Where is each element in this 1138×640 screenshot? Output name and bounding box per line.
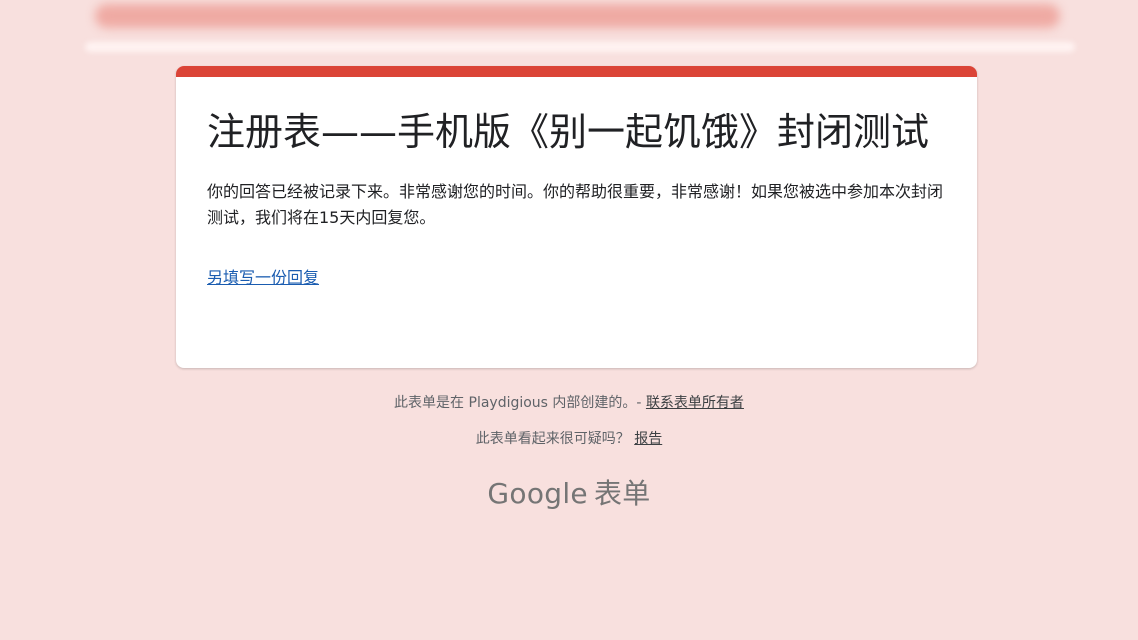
footer-created-text: 此表单是在 Playdigious 内部创建的。- xyxy=(394,395,642,411)
card-accent-bar xyxy=(176,66,977,77)
contact-owner-link[interactable]: 联系表单所有者 xyxy=(646,395,744,411)
blurred-strip xyxy=(85,42,1075,52)
footer-created-by: 此表单是在 Playdigious 内部创建的。- 联系表单所有者 xyxy=(0,392,1138,412)
confirmation-message: 你的回答已经被记录下来。非常感谢您的时间。你的帮助很重要，非常感谢！如果您被选中… xyxy=(207,182,944,227)
submit-another-response-link[interactable]: 另填写一份回复 xyxy=(207,264,319,288)
card-body: 注册表——手机版《别一起饥饿》封闭测试 你的回答已经被记录下来。非常感谢您的时间… xyxy=(176,77,977,288)
footer-suspicious-text: 此表单看起来很可疑吗？ xyxy=(475,431,630,447)
blurred-banner xyxy=(95,4,1060,28)
response-card: 注册表——手机版《别一起饥饿》封闭测试 你的回答已经被记录下来。非常感谢您的时间… xyxy=(176,66,977,368)
logo-brand: Google xyxy=(487,477,588,510)
report-link[interactable]: 报告 xyxy=(634,431,662,447)
logo-product: 表单 xyxy=(593,477,651,510)
page: 注册表——手机版《别一起饥饿》封闭测试 你的回答已经被记录下来。非常感谢您的时间… xyxy=(0,0,1138,640)
google-forms-logo[interactable]: Google 表单 xyxy=(0,472,1138,512)
footer-report: 此表单看起来很可疑吗？ 报告 xyxy=(0,428,1138,448)
form-title: 注册表——手机版《别一起饥饿》封闭测试 xyxy=(207,110,930,154)
